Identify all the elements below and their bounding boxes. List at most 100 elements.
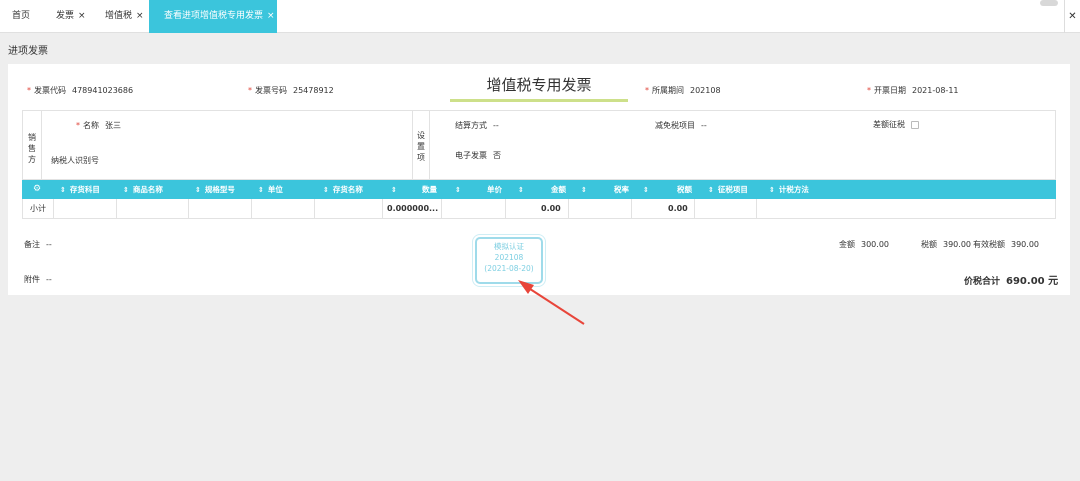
column-label: 数量	[422, 185, 437, 194]
period-field: * 所属期间 202108	[645, 85, 721, 96]
column-header[interactable]: ⇕ 规格型号	[195, 180, 235, 199]
seller-name-value: 张三	[105, 121, 121, 130]
seller-section: 销 售 方 * 名称 张三 纳税人识别号 设 置 项 结算方式 -- 减免税项目 -- …	[22, 110, 1056, 180]
tab-label: 增值税	[105, 11, 133, 21]
column-header[interactable]: ⇕	[643, 180, 653, 199]
field-label: 电子发票	[455, 151, 487, 160]
valid-tax-value: 390.00	[1011, 240, 1039, 249]
divider	[412, 111, 413, 179]
column-header[interactable]: ⇕ 存货名称	[323, 180, 363, 199]
field-label: 发票代码	[34, 86, 66, 95]
issue-date-value: 2021-08-11	[912, 86, 959, 95]
tab-vat[interactable]: 增值税 ×	[105, 0, 144, 33]
column-label: 单价	[487, 185, 502, 194]
tab-bar: 首页 发票 × 增值税 × 查看进项增值税专用发票 × ✕	[0, 0, 1080, 33]
items-table: ⚙ ⇕ 存货科目 ⇕ 商品名称 ⇕ 规格型号 ⇕ 单位 ⇕ 存货名称 ⇕ 数量 ⇕ 单价 …	[22, 180, 1056, 219]
cell-divider	[631, 199, 632, 218]
e-invoice-field: 电子发票否	[455, 150, 501, 161]
settings-side-label: 设 置 项	[415, 130, 427, 163]
tab-label: 查看进项增值税专用发票	[164, 11, 264, 21]
summary-total: 价税合计 690.00 元	[964, 272, 1058, 287]
column-label: 商品名称	[132, 185, 163, 194]
field-label: 差额征税	[873, 120, 905, 129]
cell-divider	[568, 199, 569, 218]
sort-icon: ⇕	[258, 186, 264, 194]
remarks-value: --	[46, 240, 52, 249]
summary-tax: 税额 390.00	[921, 239, 971, 250]
tab-view-input-vat-invoice[interactable]: 查看进项增值税专用发票 ×	[149, 0, 277, 33]
close-all-tabs-icon[interactable]: ✕	[1064, 0, 1080, 33]
field-label: 金额	[839, 240, 855, 249]
column-label: 税率	[614, 185, 629, 194]
field-label: 结算方式	[455, 121, 487, 130]
subtotal-label: 小计	[30, 204, 46, 213]
column-label: 税额	[677, 185, 692, 194]
column-label: 单位	[267, 185, 283, 194]
divider	[41, 111, 42, 179]
label-char: 售	[28, 144, 36, 153]
label-char: 项	[417, 153, 425, 162]
cell-divider	[116, 199, 117, 218]
sort-icon: ⇕	[323, 186, 329, 194]
e-invoice-value: 否	[493, 151, 501, 160]
total-value: 690.00 元	[1006, 276, 1059, 287]
diff-tax-checkbox[interactable]	[911, 120, 919, 129]
field-label: 名称	[83, 121, 99, 130]
column-header[interactable]: ⇕	[518, 180, 528, 199]
stamp-line: (2021-08-20)	[484, 264, 534, 273]
divider	[429, 111, 430, 179]
sort-icon: ⇕	[643, 186, 649, 194]
sort-icon: ⇕	[195, 186, 201, 194]
column-header[interactable]: ⇕ 商品名称	[123, 180, 163, 199]
tab-invoice[interactable]: 发票 ×	[56, 0, 86, 33]
title-underline	[450, 99, 628, 102]
taxpayer-id-field: 纳税人识别号	[51, 155, 99, 166]
field-label: 所属期间	[652, 86, 684, 95]
attachment-field: 附件 --	[24, 274, 52, 285]
cell-divider	[382, 199, 383, 218]
sort-icon: ⇕	[581, 186, 587, 194]
invoice-code-value: 478941023686	[72, 86, 134, 95]
column-header[interactable]: ⇕	[455, 180, 465, 199]
certification-stamp: 模拟认证 202108 (2021-08-20)	[475, 237, 543, 284]
close-icon[interactable]: ×	[78, 11, 86, 21]
field-label: 税额	[921, 240, 937, 249]
tax-exempt-value: --	[701, 121, 707, 130]
tab-home[interactable]: 首页	[12, 0, 30, 33]
column-header[interactable]: ⇕ 存货科目	[60, 180, 100, 199]
seller-name-field: * 名称 张三	[76, 120, 121, 131]
field-label: 纳税人识别号	[51, 156, 99, 165]
settings-icon[interactable]: ⚙	[33, 180, 41, 199]
field-label: 开票日期	[874, 86, 906, 95]
tab-scrollbar[interactable]	[1040, 0, 1058, 6]
invoice-number-value: 25478912	[293, 86, 334, 95]
column-header[interactable]: ⇕	[581, 180, 591, 199]
field-label: 减免税项目	[655, 121, 695, 130]
close-icon[interactable]: ×	[267, 11, 275, 21]
tax-value: 390.00	[943, 240, 971, 249]
subtotal-tax: 0.00	[668, 204, 688, 213]
tab-label: 发票	[56, 11, 75, 21]
column-header[interactable]: ⇕ 征税项目	[708, 180, 748, 199]
invoice-number-field: * 发票号码 25478912	[248, 85, 334, 96]
column-header[interactable]: ⇕	[391, 180, 401, 199]
field-label: 附件	[24, 275, 40, 284]
tab-label: 首页	[12, 11, 31, 21]
sort-icon: ⇕	[455, 186, 461, 194]
field-label: 备注	[24, 240, 40, 249]
remarks-field: 备注 --	[24, 239, 52, 250]
summary-valid-tax: 有效税额 390.00	[973, 239, 1039, 250]
summary-amount: 金额 300.00	[839, 239, 889, 250]
invoice-card: * 发票代码 478941023686 * 发票号码 25478912 增值税专用发票 …	[8, 64, 1070, 295]
issue-date-field: * 开票日期 2021-08-11	[867, 85, 959, 96]
amount-value: 300.00	[861, 240, 889, 249]
close-icon[interactable]: ×	[136, 11, 144, 21]
sort-icon: ⇕	[391, 186, 397, 194]
cell-divider	[314, 199, 315, 218]
column-header[interactable]: ⇕ 计税方法	[769, 180, 809, 199]
label-char: 设	[417, 131, 425, 140]
label-char: 置	[417, 142, 425, 151]
subtotal-row: 小计 0.000000... 0.00 0.00	[22, 199, 1056, 219]
total-label: 价税合计	[964, 277, 1001, 287]
column-header[interactable]: ⇕ 单位	[258, 180, 283, 199]
